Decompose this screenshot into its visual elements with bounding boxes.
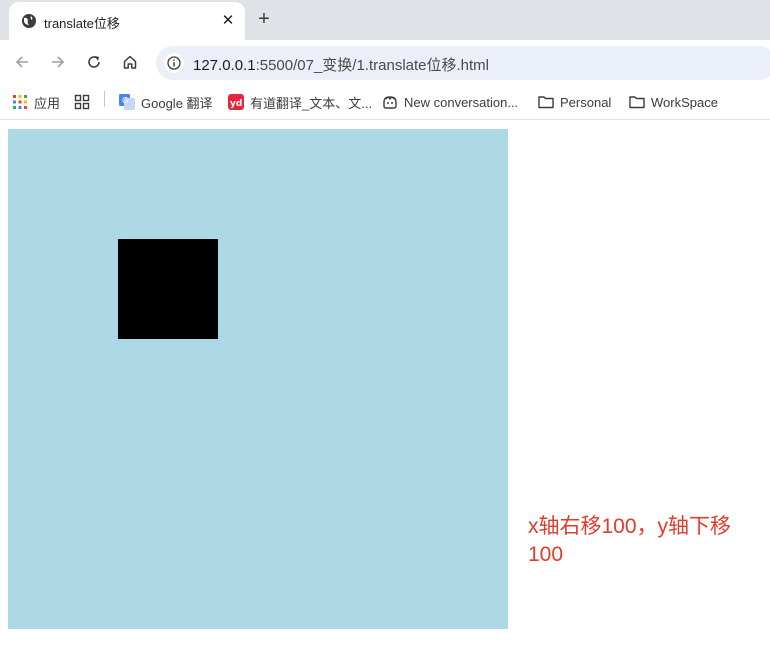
apps-grid-icon <box>12 94 28 110</box>
translated-box <box>118 239 218 339</box>
toolbar: 127.0.0.1:5500/07_变换/1.translate位移.html <box>0 40 770 85</box>
address-bar[interactable]: 127.0.0.1:5500/07_变换/1.translate位移.html <box>156 46 770 80</box>
bookmark-folder-workspace[interactable]: WorkSpace <box>629 93 718 111</box>
google-translate-icon: G <box>119 94 135 110</box>
bookmark-label: 应用 <box>34 95 61 111</box>
bookmark-google-translate[interactable]: G Google 翻译 <box>119 93 213 111</box>
tab-title: translate位移 <box>44 16 120 31</box>
folder-icon <box>629 94 645 110</box>
back-arrow-icon[interactable] <box>13 53 31 71</box>
home-icon[interactable] <box>121 53 139 71</box>
youdao-icon: yd <box>228 94 244 110</box>
bookmark-label: New conversation... <box>404 94 519 110</box>
close-icon[interactable]: ✕ <box>219 11 237 29</box>
url-path: :5500/07_变换/1.translate位移.html <box>255 57 490 74</box>
url-text[interactable]: 127.0.0.1:5500/07_变换/1.translate位移.html <box>193 54 489 75</box>
url-host: 127.0.0.1 <box>193 57 256 74</box>
active-tab[interactable]: translate位移 ✕ <box>9 2 245 40</box>
bookmark-youdao[interactable]: yd 有道翻译_文本、文... <box>228 93 372 111</box>
bookmarks-divider <box>104 91 105 107</box>
globe-icon <box>21 13 37 29</box>
bookmark-label: Google 翻译 <box>141 95 213 111</box>
bookmark-folder-personal[interactable]: Personal <box>538 93 611 111</box>
caption-text: x轴右移100，y轴下移100 <box>528 515 732 566</box>
new-tab-button[interactable]: + <box>254 9 274 29</box>
svg-text:G: G <box>122 96 128 105</box>
tab-groups-button[interactable] <box>74 93 96 111</box>
copilot-icon <box>382 94 398 110</box>
svg-text:yd: yd <box>230 99 242 109</box>
bookmark-label: WorkSpace <box>651 94 718 110</box>
site-info-icon[interactable] <box>164 53 184 73</box>
browser-window: translate位移 ✕ + 127.0.0.1:5500/07_变换/1.t… <box>0 0 770 656</box>
page-viewport: x轴右移100，y轴下移100 <box>0 121 770 656</box>
reload-icon[interactable] <box>85 53 103 71</box>
bookmark-label: Personal <box>560 94 612 110</box>
outer-box <box>8 129 508 629</box>
bookmarks-bar: 应用 G Google 翻译 yd 有道翻译_文本、文... New conve… <box>0 85 770 120</box>
grid-icon <box>74 94 90 110</box>
tab-strip: translate位移 ✕ + <box>0 0 770 40</box>
folder-icon <box>538 94 554 110</box>
bookmark-label: 有道翻译_文本、文... <box>250 95 373 111</box>
bookmark-copilot[interactable]: New conversation... <box>382 93 518 111</box>
forward-arrow-icon[interactable] <box>49 53 67 71</box>
bookmark-apps[interactable]: 应用 <box>12 93 60 111</box>
